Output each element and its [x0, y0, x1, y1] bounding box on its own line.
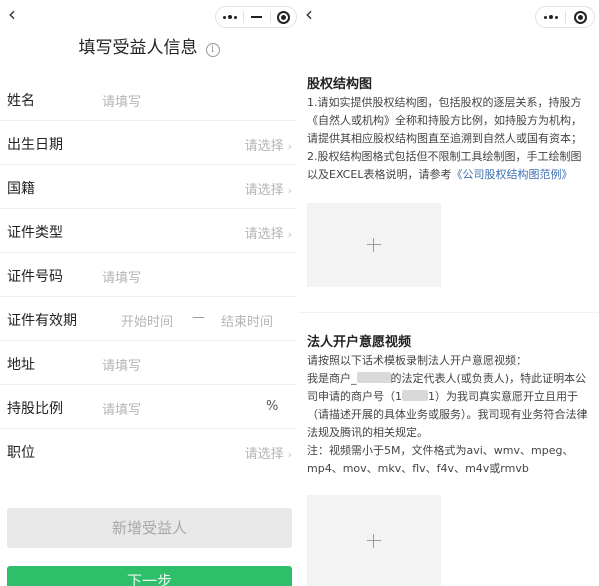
redacted-merchant-id — [402, 390, 428, 401]
address-input[interactable]: 请填写 — [102, 355, 141, 374]
select-placeholder: 请选择 — [244, 139, 284, 154]
video-intro: 请按照以下话术模板录制法人开户意愿视频： — [307, 354, 527, 367]
plus-icon — [367, 533, 381, 548]
next-step-button[interactable]: 下一步 — [7, 566, 292, 586]
info-icon[interactable]: i — [205, 43, 220, 57]
field-name[interactable]: 姓名 请填写 — [0, 77, 298, 121]
field-label: 出生日期 — [7, 137, 63, 153]
chevron-right-icon: › — [287, 448, 292, 461]
field-label: 证件类型 — [7, 225, 63, 241]
video-script: 我是商户_ 的法定代表人(或负责人)，特此证明本公司申请的商户号（1 1）为我司真实… — [307, 370, 589, 442]
close-target-icon[interactable] — [271, 7, 296, 27]
field-birth-date[interactable]: 出生日期 请选择 › — [0, 121, 298, 165]
validity-start-input[interactable]: 开始时间 — [121, 311, 173, 330]
field-label: 证件有效期 — [7, 313, 77, 329]
field-label: 职位 — [7, 445, 35, 461]
beneficiary-form-screen: ‹ 填写受益人信息 i 姓名 请填写 出生日期 请选择 › 国籍 请选择 › 证件类型… — [0, 0, 298, 586]
back-arrow-icon[interactable]: ‹ — [8, 4, 16, 24]
name-input[interactable]: 请填写 — [102, 91, 141, 110]
video-upload-box[interactable] — [307, 495, 441, 586]
field-position[interactable]: 职位 请选择 › — [0, 429, 298, 473]
video-script-part-a: 我是商户_ — [307, 372, 357, 385]
id-type-select[interactable]: 请选择 › — [245, 223, 292, 242]
select-placeholder: 请选择 — [244, 183, 284, 198]
position-select[interactable]: 请选择 › — [245, 443, 292, 462]
video-section-title: 法人开户意愿视频 — [307, 335, 412, 350]
mini-program-capsule — [215, 6, 297, 28]
chevron-right-icon: › — [287, 184, 292, 197]
equity-example-link[interactable]: 《公司股权结构图范例》 — [451, 168, 572, 181]
shareholding-input[interactable]: 请填写 — [102, 399, 141, 418]
field-id-type[interactable]: 证件类型 请选择 › — [0, 209, 298, 253]
plus-icon — [367, 238, 381, 252]
video-instructions: 请按照以下话术模板录制法人开户意愿视频： 我是商户_ 的法定代表人(或负责人)，特… — [307, 352, 589, 478]
video-format-note: 注：视频需小于5M，文件格式为avi、wmv、mpeg、mp4、mov、mkv、… — [307, 444, 574, 475]
back-arrow-icon[interactable]: ‹ — [305, 4, 313, 24]
field-id-number[interactable]: 证件号码 请填写 — [0, 253, 298, 297]
field-label: 证件号码 — [7, 269, 63, 285]
percent-unit: % — [266, 399, 279, 414]
field-label: 持股比例 — [7, 401, 63, 417]
field-shareholding[interactable]: 持股比例 请填写 % — [0, 385, 298, 429]
field-id-validity[interactable]: 证件有效期 开始时间 — 结束时间 — [0, 297, 298, 341]
equity-instruction-2: 2.股权结构图格式包括但不限制工具绘制图，手工绘制图以及EXCEL表格说明，请参… — [307, 148, 589, 184]
field-label: 姓名 — [7, 93, 35, 109]
chevron-right-icon: › — [287, 140, 292, 153]
chevron-right-icon: › — [287, 228, 292, 241]
field-nationality[interactable]: 国籍 请选择 › — [0, 165, 298, 209]
upload-materials-screen: ‹ 股权结构图 1.请如实提供股权结构图，包括股权的逐层关系，持股方《自然人或机… — [298, 0, 599, 586]
select-placeholder: 请选择 — [244, 447, 284, 462]
more-dots-icon[interactable] — [536, 7, 565, 27]
field-label: 国籍 — [7, 181, 35, 197]
field-address[interactable]: 地址 请填写 — [0, 341, 298, 385]
more-dots-icon[interactable] — [216, 7, 243, 27]
id-number-input[interactable]: 请填写 — [102, 267, 141, 286]
add-beneficiary-button[interactable]: 新增受益人 — [7, 508, 292, 548]
field-label: 地址 — [7, 357, 35, 373]
close-target-icon[interactable] — [566, 7, 594, 27]
minimize-icon[interactable] — [244, 7, 269, 27]
equity-instruction-1: 1.请如实提供股权结构图，包括股权的逐层关系，持股方《自然人或机构》全称和持股方… — [307, 96, 582, 145]
equity-instructions: 1.请如实提供股权结构图，包括股权的逐层关系，持股方《自然人或机构》全称和持股方… — [307, 94, 589, 184]
redacted-merchant-name — [356, 372, 391, 383]
nationality-select[interactable]: 请选择 › — [245, 179, 292, 198]
select-placeholder: 请选择 — [244, 227, 284, 242]
equity-upload-box[interactable] — [307, 203, 441, 287]
section-divider — [298, 312, 599, 318]
range-separator: — — [192, 310, 205, 325]
page-title-text: 填写受益人信息 — [78, 38, 198, 58]
validity-end-input[interactable]: 结束时间 — [221, 311, 273, 330]
birth-date-select[interactable]: 请选择 › — [245, 135, 292, 154]
page-title: 填写受益人信息 i — [0, 33, 298, 58]
equity-section-title: 股权结构图 — [307, 77, 373, 92]
mini-program-capsule — [535, 6, 595, 28]
